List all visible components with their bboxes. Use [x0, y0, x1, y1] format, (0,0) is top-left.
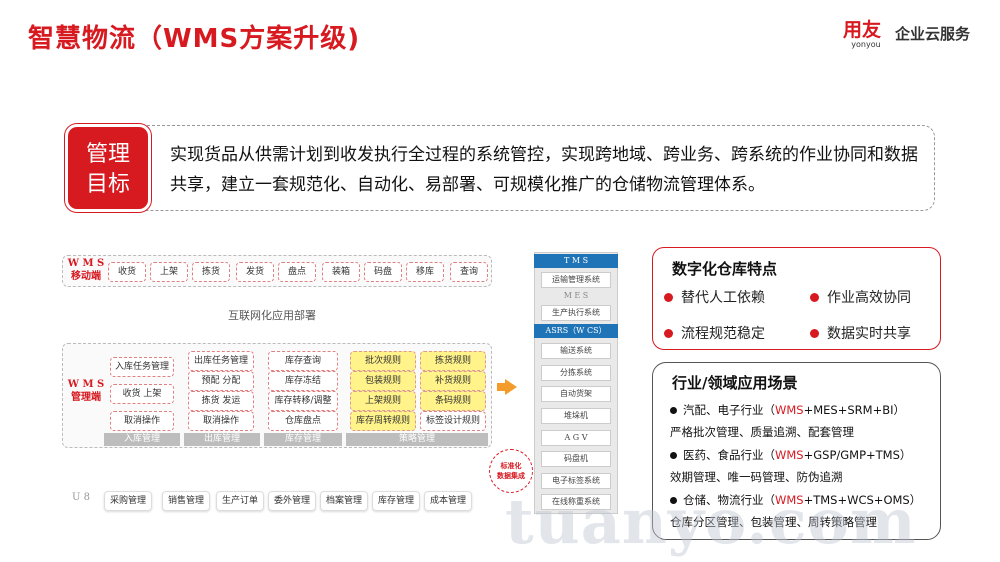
- mgmt-rule-item: 拣货规则: [420, 351, 486, 371]
- scenario-tail: +MES+SRM+BI）: [803, 403, 905, 417]
- mobile-item: 盘点: [278, 262, 316, 282]
- wms-mgmt-label-line1: W M S: [67, 379, 105, 390]
- u8-item: 库存管理: [372, 491, 420, 511]
- scenario-lead: 汽配、电子行业（: [683, 403, 775, 417]
- asrs-item: 码盘机: [541, 451, 611, 467]
- mgmt-inbound-item: 入库任务管理: [110, 357, 174, 377]
- mobile-item: 发货: [236, 262, 274, 282]
- wms-mgmt-label: W M S 管理端: [66, 378, 106, 404]
- mgmt-stock-item: 库存查询: [268, 351, 338, 371]
- feature-item: 作业高效协同: [810, 287, 911, 307]
- asrs-item: 输送系统: [541, 343, 611, 359]
- mgmt-stock-item: 仓库盘点: [268, 411, 338, 431]
- bar-stock: 库存管理: [264, 433, 342, 446]
- asrs-item: 分拣系统: [541, 365, 611, 381]
- bar-outbound: 出库管理: [184, 433, 260, 446]
- bullet-dot-icon: [810, 328, 819, 338]
- u8-item: 成本管理: [424, 491, 472, 511]
- tms-item: 运输管理系统: [541, 272, 611, 288]
- scenario-detail: 效期管理、唯一码管理、防伪追溯: [670, 470, 843, 484]
- goal-text: 实现货品从供需计划到收发执行全过程的系统管控，实现跨地域、跨业务、跨系统的作业协…: [170, 145, 918, 195]
- bullet-dot-icon: [670, 407, 677, 414]
- feature-item-label: 数据实时共享: [827, 326, 911, 342]
- watermark: tuanyo.com: [505, 485, 917, 558]
- mgmt-rule-item: 包装规则: [350, 371, 416, 391]
- mgmt-rule-item: 补货规则: [420, 371, 486, 391]
- feature-item-label: 替代人工依赖: [681, 290, 765, 306]
- scenario-tail: +GSP/GMP+TMS）: [803, 448, 912, 462]
- badge-line2: 数据集成: [497, 472, 525, 480]
- scenario-item: 汽配、电子行业（WMS+MES+SRM+BI） 严格批次管理、质量追溯、配套管理: [670, 399, 905, 443]
- goal-label-line2: 目标: [85, 172, 130, 197]
- logo-sub-text: yonyou: [851, 40, 881, 49]
- u8-item: 销售管理: [162, 491, 210, 511]
- bullet-dot-icon: [670, 452, 677, 459]
- asrs-item: 堆垛机: [541, 408, 611, 424]
- goal-label-line1: 管理: [85, 142, 130, 167]
- scenario-highlight: WMS: [775, 448, 804, 462]
- internet-deploy-label: 互联网化应用部署: [228, 309, 316, 322]
- badge-line1: 标准化: [500, 462, 522, 470]
- bullet-dot-icon: [664, 328, 673, 338]
- mobile-item: 查询: [450, 262, 488, 282]
- mgmt-rule-item: 上架规则: [350, 391, 416, 411]
- bar-strategy: 策略管理: [346, 433, 488, 446]
- scenarios-title: 行业/领域应用场景: [672, 374, 798, 392]
- feature-item-label: 作业高效协同: [827, 290, 911, 306]
- wms-mobile-label-line2: 移动端: [71, 271, 101, 282]
- page-title: 智慧物流（WMS方案升级): [28, 24, 361, 54]
- feature-item-label: 流程规范稳定: [681, 326, 765, 342]
- mgmt-rule-item: 标签设计规则: [420, 411, 486, 431]
- u8-item: 采购管理: [104, 491, 152, 511]
- mgmt-stock-item: 库存冻结: [268, 371, 338, 391]
- brand-logo: 用友 yonyou 企业云服务: [843, 20, 970, 50]
- u8-item: 档案管理: [320, 491, 368, 511]
- bullet-dot-icon: [810, 292, 819, 302]
- mgmt-outbound-item: 拣货 发运: [188, 391, 254, 411]
- mgmt-rule-item: 库存周转规则: [350, 411, 416, 431]
- bar-inbound: 入库管理: [104, 433, 180, 446]
- mes-label: M E S: [563, 291, 589, 300]
- goal-label: 管理 目标: [65, 124, 151, 212]
- bullet-dot-icon: [664, 292, 673, 302]
- wms-mobile-label-line1: W M S: [67, 258, 105, 269]
- arrow-right-icon: [505, 379, 517, 395]
- asrs-item: A G V: [541, 430, 611, 446]
- u8-label: U 8: [72, 492, 90, 503]
- logo-service-text: 企业云服务: [894, 25, 970, 43]
- mgmt-inbound-item: 取消操作: [110, 411, 174, 431]
- u8-item: 生产订单: [216, 491, 264, 511]
- features-title: 数字化仓库特点: [672, 260, 778, 278]
- scenario-highlight: WMS: [775, 403, 804, 417]
- mgmt-outbound-item: 预配 分配: [188, 371, 254, 391]
- asrs-item: 自动货架: [541, 386, 611, 402]
- wms-mgmt-label-line2: 管理端: [71, 392, 101, 403]
- scenario-lead: 医药、食品行业（: [683, 448, 775, 462]
- feature-item: 替代人工依赖: [664, 287, 765, 307]
- logo-main-text: 用友: [842, 19, 881, 41]
- mgmt-outbound-item: 取消操作: [188, 411, 254, 431]
- mobile-item: 装箱: [322, 262, 360, 282]
- mobile-item: 码盘: [364, 262, 402, 282]
- u8-item: 委外管理: [268, 491, 316, 511]
- mobile-item: 拣货: [192, 262, 230, 282]
- scenario-item: 医药、食品行业（WMS+GSP/GMP+TMS） 效期管理、唯一码管理、防伪追溯: [670, 444, 911, 488]
- asrs-header: ASRS（W CS）: [534, 324, 618, 338]
- mgmt-outbound-item: 出库任务管理: [188, 351, 254, 371]
- mgmt-rule-item: 条码规则: [420, 391, 486, 411]
- scenario-detail: 严格批次管理、质量追溯、配套管理: [670, 425, 854, 439]
- wms-mobile-label: W M S 移动端: [66, 257, 106, 283]
- feature-item: 流程规范稳定: [664, 323, 765, 343]
- yonyou-logo-mark: 用友 yonyou: [843, 20, 889, 50]
- mobile-item: 移库: [406, 262, 444, 282]
- mes-item: 生产执行系统: [541, 305, 611, 321]
- tms-header: T M S: [534, 254, 618, 268]
- mgmt-inbound-item: 收货 上架: [110, 384, 174, 404]
- mgmt-stock-item: 库存转移/调整: [268, 391, 338, 411]
- feature-item: 数据实时共享: [810, 323, 911, 343]
- mgmt-rule-item: 批次规则: [350, 351, 416, 371]
- mobile-item: 收货: [108, 262, 146, 282]
- mobile-item: 上架: [150, 262, 188, 282]
